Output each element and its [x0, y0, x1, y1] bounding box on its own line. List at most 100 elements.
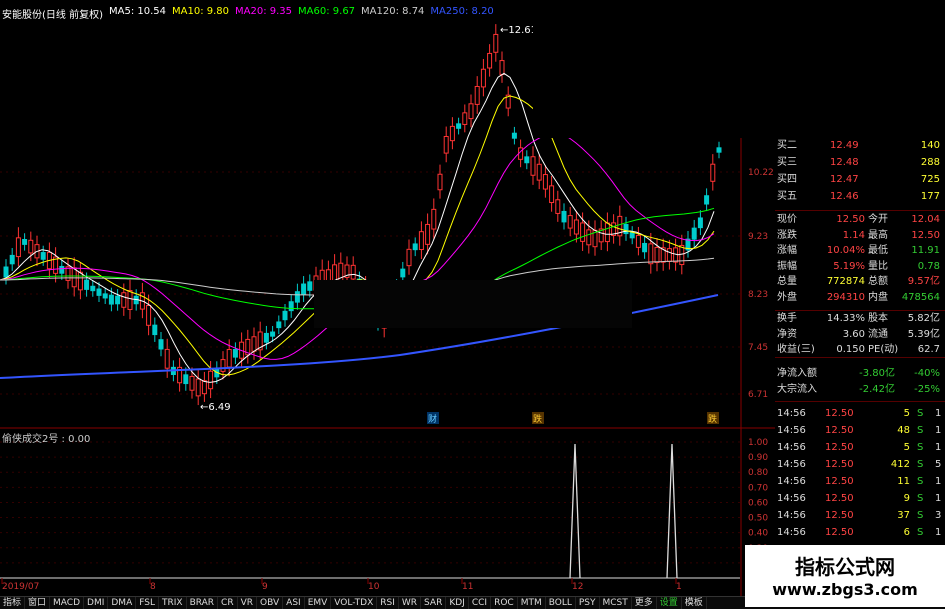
tab-fsl[interactable]: FSL: [136, 597, 159, 609]
tab-trix[interactable]: TRIX: [159, 597, 187, 609]
stat-value: 14.33%: [826, 313, 865, 324]
candle-body: [127, 290, 133, 310]
blank-region: [533, 0, 945, 138]
tab-指标[interactable]: 指标: [0, 597, 26, 609]
candle-body: [28, 239, 34, 254]
stat-value: 3.60: [842, 328, 865, 340]
stat-value: 478564: [901, 291, 940, 303]
event-mark: 跌: [708, 414, 717, 425]
stat-value: 62.7: [917, 344, 940, 355]
candle-body: [480, 68, 486, 88]
tab-psy[interactable]: PSY: [576, 597, 600, 609]
tab-设置[interactable]: 设置: [657, 597, 682, 609]
tab-boll[interactable]: BOLL: [546, 597, 576, 609]
tab-sar[interactable]: SAR: [421, 597, 447, 609]
stat-label: 量比: [868, 260, 888, 272]
tick-price: 12.50: [825, 441, 854, 453]
tab-kdj[interactable]: KDJ: [446, 597, 469, 609]
candle-body: [102, 293, 108, 299]
tab-vol-tdx[interactable]: VOL-TDX: [331, 597, 378, 609]
indicator-tick-label: 0.60: [748, 498, 768, 508]
bid-volume: 288: [920, 157, 940, 168]
tab-vr[interactable]: VR: [238, 597, 258, 609]
tab-emv[interactable]: EMV: [305, 597, 332, 609]
candle-body: [704, 195, 710, 205]
stat-value: 5.39亿: [907, 328, 940, 340]
tab-mtm[interactable]: MTM: [518, 597, 546, 609]
price-tick-label: 9.23: [748, 232, 768, 242]
tick-row: 14:56 12.50 48 S 1: [775, 423, 945, 438]
candle-body: [84, 279, 90, 290]
bid-price: 12.49: [830, 140, 859, 151]
bid-volume: 177: [920, 191, 940, 202]
tab-mcst[interactable]: MCST: [600, 597, 632, 609]
flow-amount: -3.80亿: [859, 367, 895, 379]
stat-value: 12.04: [911, 214, 940, 225]
panel-separator: [775, 310, 945, 311]
tab-wr[interactable]: WR: [399, 597, 422, 609]
ma-legend: 安能股份(日线 前复权) MA5: 10.54 MA10: 9.80 MA20:…: [2, 6, 494, 21]
price-tick-label: 8.23: [748, 290, 768, 300]
tab-brar[interactable]: BRAR: [187, 597, 219, 609]
panel-separator: [775, 357, 945, 358]
tick-side: S: [917, 475, 924, 487]
candle-body: [189, 375, 195, 391]
candle-body: [294, 291, 300, 303]
tab-模板[interactable]: 模板: [682, 597, 707, 609]
event-mark: 财: [428, 413, 437, 425]
bid-label: 买三: [777, 157, 797, 168]
panel-separator: [775, 401, 945, 402]
tab-cci[interactable]: CCI: [469, 597, 492, 609]
stock-title[interactable]: 安能股份(日线 前复权): [2, 6, 103, 21]
candle-body: [350, 264, 356, 280]
tick-count: 1: [935, 424, 942, 436]
stat-value: 12.50: [836, 214, 865, 225]
tick-count: 1: [935, 441, 942, 453]
indicator-tick-label: 0.50: [748, 514, 768, 524]
candle-body: [71, 267, 77, 288]
tab-更多[interactable]: 更多: [632, 597, 657, 609]
candle-body: [108, 294, 114, 305]
event-mark: 跌: [533, 414, 542, 425]
candle-body: [654, 246, 660, 264]
tick-side: S: [917, 458, 924, 470]
candle-body: [40, 252, 46, 260]
tab-roc[interactable]: ROC: [491, 597, 518, 609]
stat-label: 股本: [868, 313, 888, 324]
tab-obv[interactable]: OBV: [257, 597, 284, 609]
candle-body: [301, 283, 307, 295]
candle-body: [716, 147, 722, 153]
tab-窗口[interactable]: 窗口: [25, 597, 51, 609]
candle-body: [499, 60, 505, 75]
stat-value: 10.04%: [826, 245, 865, 256]
candle-body: [307, 281, 313, 291]
stat-value: 294310: [826, 291, 865, 303]
tick-row: 14:56 12.50 5 S 1: [775, 406, 945, 421]
tick-row: 14:56 12.50 5 S 1: [775, 440, 945, 455]
stat-label: 现价: [777, 214, 797, 225]
tab-dmi[interactable]: DMI: [84, 597, 109, 609]
candle-body: [437, 173, 443, 191]
candle-body: [226, 349, 232, 368]
candle-body: [623, 223, 629, 235]
tick-time: 14:56: [777, 526, 806, 538]
tick-side: S: [917, 424, 924, 436]
candle-body: [449, 125, 455, 142]
tick-price: 12.50: [825, 526, 854, 538]
tab-dma[interactable]: DMA: [108, 597, 137, 609]
tab-rsi[interactable]: RSI: [377, 597, 399, 609]
tab-macd[interactable]: MACD: [50, 597, 85, 609]
indicator-tick-label: 0.80: [748, 468, 768, 478]
candle-body: [573, 219, 579, 235]
tick-price: 12.50: [825, 492, 854, 504]
date-tick-label: 10: [368, 582, 380, 592]
candle-body: [400, 268, 406, 278]
price-tick-label: 7.45: [748, 343, 768, 353]
candle-body: [697, 217, 703, 229]
candle-body: [493, 33, 499, 53]
tick-side: S: [917, 509, 924, 521]
candle-body: [666, 248, 672, 262]
tab-cr[interactable]: CR: [218, 597, 238, 609]
tab-asi[interactable]: ASI: [283, 597, 305, 609]
tick-side: S: [917, 441, 924, 453]
